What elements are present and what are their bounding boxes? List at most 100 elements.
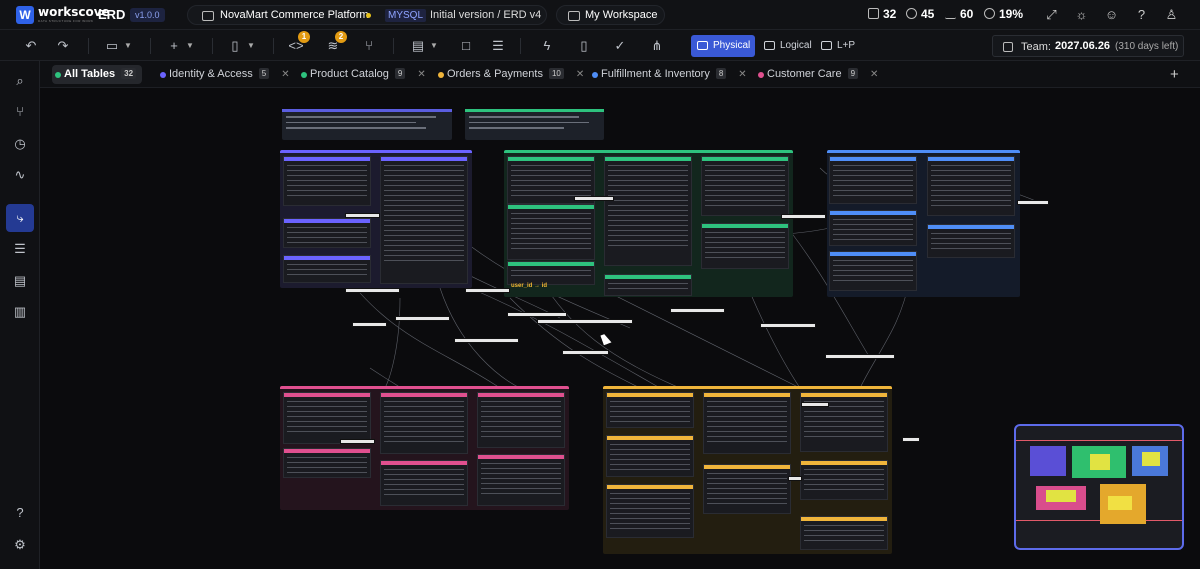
- tab-all-tables[interactable]: All Tables 32: [52, 65, 143, 84]
- document-icon[interactable]: ▤: [9, 270, 31, 292]
- entity-table[interactable]: [604, 156, 692, 266]
- close-icon[interactable]: ✕: [417, 65, 425, 84]
- chevron-down-icon[interactable]: ▼: [247, 38, 255, 54]
- user-icon[interactable]: ♙: [1164, 7, 1179, 22]
- entity-table[interactable]: [477, 454, 565, 506]
- entity-table[interactable]: [283, 156, 371, 206]
- help-icon[interactable]: ?: [9, 502, 31, 524]
- expand-icon[interactable]: ⤢: [1044, 7, 1059, 22]
- entity-table[interactable]: [507, 261, 595, 285]
- relation-label[interactable]: [465, 288, 510, 293]
- entity-table[interactable]: [829, 251, 917, 291]
- pulse-icon[interactable]: ∿: [9, 164, 31, 186]
- entity-table[interactable]: [829, 210, 917, 246]
- close-icon[interactable]: ✕: [281, 65, 289, 84]
- share-icon[interactable]: ⋔: [649, 38, 665, 54]
- entity-table[interactable]: [283, 448, 371, 478]
- layout-icon[interactable]: ▤: [410, 38, 426, 54]
- entity-table[interactable]: [507, 204, 595, 260]
- folder-icon[interactable]: ▭: [104, 38, 120, 54]
- plus-icon[interactable]: +: [166, 38, 182, 54]
- code-icon[interactable]: <> 1: [288, 31, 310, 54]
- chevron-down-icon[interactable]: ▼: [186, 38, 194, 54]
- chevron-down-icon[interactable]: ▼: [124, 38, 132, 54]
- project-selector[interactable]: NovaMart Commerce Platform MYSQL Initial…: [187, 5, 547, 25]
- close-icon[interactable]: ✕: [576, 65, 584, 84]
- entity-table[interactable]: [604, 274, 692, 296]
- entity-table[interactable]: [829, 156, 917, 204]
- relation-label[interactable]: [345, 213, 380, 218]
- entity-table[interactable]: [606, 484, 694, 538]
- tab-fulfillment-inventory[interactable]: Fulfillment & Inventory 8 ✕: [589, 65, 747, 84]
- entity-table[interactable]: [927, 224, 1015, 258]
- book-icon[interactable]: ▯: [576, 38, 592, 54]
- layers-icon[interactable]: ≋ 2: [325, 31, 347, 54]
- relation-label[interactable]: [454, 338, 519, 343]
- view-logical-button[interactable]: Logical: [758, 35, 814, 57]
- entity-table[interactable]: [927, 156, 1015, 216]
- help-icon[interactable]: ?: [1134, 7, 1149, 22]
- undo-icon[interactable]: ↶: [23, 38, 39, 54]
- view-lp-button[interactable]: L+P: [815, 35, 859, 57]
- list-icon[interactable]: ☰: [490, 38, 506, 54]
- relation-label[interactable]: [781, 214, 826, 219]
- entity-table[interactable]: [380, 392, 468, 454]
- square-icon[interactable]: □: [458, 38, 474, 54]
- relation-label[interactable]: [825, 354, 895, 359]
- relation-label[interactable]: [345, 288, 400, 293]
- entity-table[interactable]: [606, 435, 694, 477]
- workspace-selector[interactable]: My Workspace: [556, 5, 665, 25]
- entity-table[interactable]: [703, 464, 791, 514]
- entity-table[interactable]: [701, 156, 789, 216]
- relation-label[interactable]: [902, 437, 920, 442]
- tab-orders-payments[interactable]: Orders & Payments 10 ✕: [435, 65, 584, 84]
- relation-label[interactable]: [801, 402, 829, 407]
- redo-icon[interactable]: ↷: [55, 38, 71, 54]
- relation-label[interactable]: [352, 322, 387, 327]
- entity-table[interactable]: [800, 516, 888, 550]
- relation-label[interactable]: [670, 308, 725, 313]
- search-icon[interactable]: ⌕: [9, 70, 31, 92]
- users-icon[interactable]: ☺: [1104, 7, 1119, 22]
- relation-label[interactable]: [788, 476, 802, 481]
- relation-label[interactable]: [340, 439, 375, 444]
- sticky-note[interactable]: [282, 109, 452, 140]
- chart-icon[interactable]: ▥: [9, 301, 31, 323]
- relation-label[interactable]: [537, 319, 633, 324]
- history-icon[interactable]: ◷: [9, 133, 31, 155]
- zoom-level[interactable]: 19%: [984, 7, 1023, 21]
- close-icon[interactable]: ✕: [870, 65, 878, 84]
- entity-table[interactable]: [606, 392, 694, 428]
- entity-table[interactable]: [800, 460, 888, 500]
- entity-table[interactable]: [380, 156, 468, 284]
- relation-label[interactable]: [562, 350, 609, 355]
- tab-customer-care[interactable]: Customer Care 9 ✕: [755, 65, 878, 84]
- chevron-down-icon[interactable]: ▼: [430, 38, 438, 54]
- relation-label[interactable]: [395, 316, 450, 321]
- relation-label[interactable]: [507, 312, 567, 317]
- git-branch-icon[interactable]: ⑂: [9, 101, 31, 123]
- minimap[interactable]: [1014, 424, 1184, 550]
- entity-table[interactable]: [380, 460, 468, 506]
- entity-table[interactable]: [703, 392, 791, 454]
- erd-canvas[interactable]: user_id → id: [40, 88, 1200, 569]
- entity-table[interactable]: [800, 392, 888, 452]
- sticky-note[interactable]: [465, 109, 604, 140]
- relation-label[interactable]: [760, 323, 816, 328]
- check-icon[interactable]: ✓: [612, 38, 628, 54]
- tab-product-catalog[interactable]: Product Catalog 9 ✕: [298, 65, 426, 84]
- sun-icon[interactable]: ☼: [1074, 7, 1089, 22]
- list-icon[interactable]: ☰: [9, 238, 31, 260]
- entity-table[interactable]: [477, 392, 565, 448]
- bolt-icon[interactable]: ϟ: [539, 38, 555, 54]
- trash-icon[interactable]: ▯: [227, 38, 243, 54]
- relation-label[interactable]: [1017, 200, 1049, 205]
- highlight-relation-label[interactable]: user_id → id: [511, 283, 547, 289]
- settings-icon[interactable]: ⚙: [9, 534, 31, 556]
- add-tab-button[interactable]: +: [1170, 66, 1179, 83]
- entity-table[interactable]: [283, 255, 371, 283]
- view-physical-button[interactable]: Physical: [691, 35, 755, 57]
- relation-icon[interactable]: ⤷: [6, 204, 34, 232]
- entity-table[interactable]: [283, 218, 371, 248]
- tab-identity-access[interactable]: Identity & Access 5 ✕: [157, 65, 290, 84]
